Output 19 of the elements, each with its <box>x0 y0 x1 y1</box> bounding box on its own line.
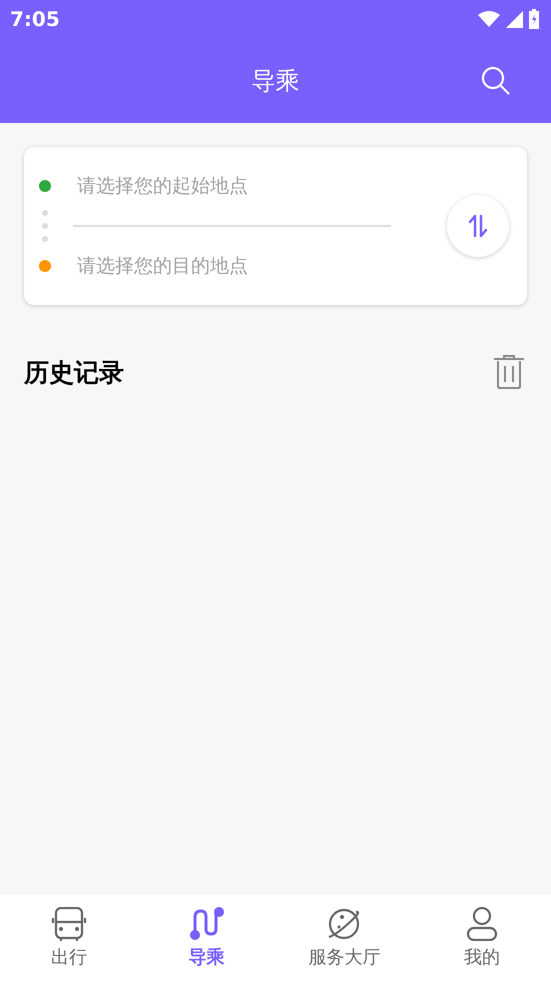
swap-icon <box>468 214 488 238</box>
status-time: 7:05 <box>10 7 60 31</box>
dots-icon <box>42 210 48 242</box>
search-icon[interactable] <box>481 66 511 96</box>
route-icon <box>188 907 225 941</box>
location-field[interactable]: 请选择您的起始地点 <box>77 175 377 197</box>
wifi-icon <box>478 11 500 27</box>
page-title: 导乘 <box>252 66 300 96</box>
nav-tab[interactable]: 出行 <box>0 895 138 981</box>
location-field[interactable]: 请选择您的目的地点 <box>77 255 377 277</box>
battery-icon <box>529 9 539 29</box>
nav-tab[interactable]: 导乘 <box>138 895 276 981</box>
swap-button[interactable] <box>447 195 509 257</box>
bus-icon <box>50 907 87 941</box>
signal-icon <box>506 10 523 28</box>
section-title: 历史记录 <box>24 356 124 388</box>
nav-tab[interactable]: 服务大厅 <box>276 895 414 981</box>
nav-tab[interactable]: 我的 <box>413 895 551 981</box>
trash-icon[interactable] <box>493 355 525 389</box>
